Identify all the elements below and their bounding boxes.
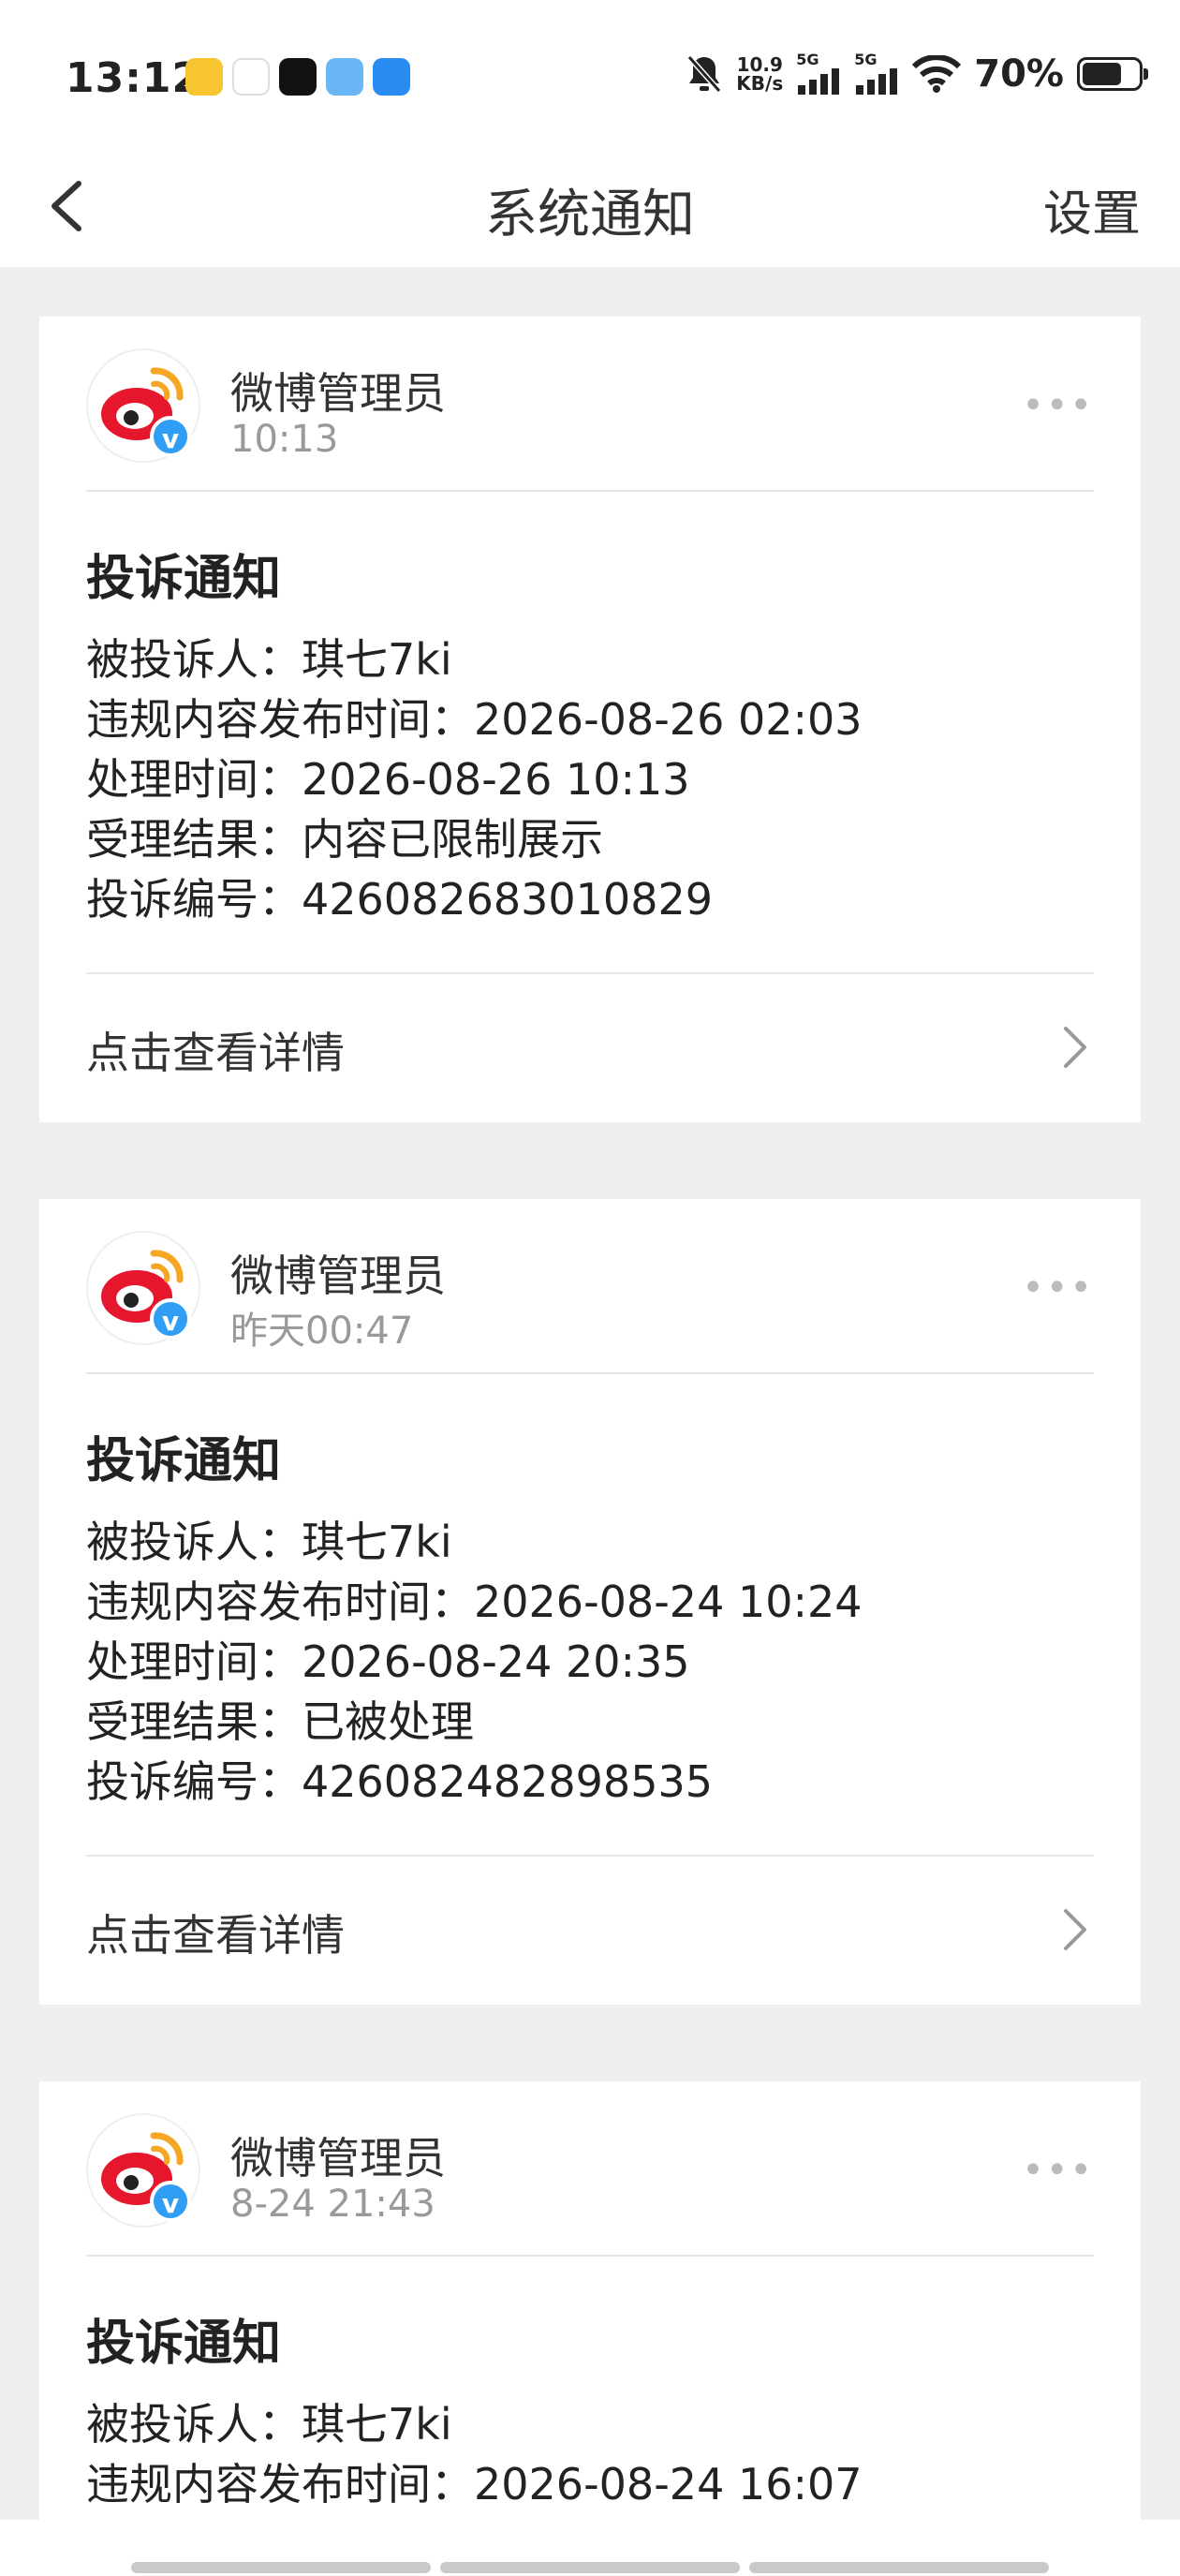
message-time: 10:13 [230,418,339,461]
battery-icon [1077,57,1148,91]
card-body: 投诉通知 被投诉人：琪七7ki 违规内容发布时间：2026-08-26 02:0… [39,492,1141,972]
complaint-number: 投诉编号：426082482898535 [86,1756,713,1807]
card-body: 投诉通知 被投诉人：琪七7ki 违规内容发布时间：2026-08-24 16:0… [39,2257,1141,2522]
network-speed: 10.9 KB/s [736,53,784,95]
gesture-handle[interactable] [131,2562,1049,2573]
sender-name[interactable]: 微博管理员 [230,2124,446,2186]
view-details-link[interactable]: 点击查看详情 [86,1902,345,1963]
more-options-icon[interactable]: ••• [1022,1266,1094,1310]
navigation-bar [0,2520,1180,2576]
weibo-app-icon [185,58,223,96]
signal-bars-icon [798,68,840,95]
status-bar: 13:12 10.9 KB/s 5G 5G 70% [0,0,1180,150]
page-title: 系统通知 [485,185,695,245]
card-body: 投诉通知 被投诉人：琪七7ki 违规内容发布时间：2026-08-24 10:2… [39,1374,1141,1855]
view-details-link[interactable]: 点击查看详情 [86,1019,345,1081]
verified-badge-icon: v [150,1298,191,1340]
status-right: 10.9 KB/s 5G 5G 70% [686,52,1148,96]
notification-card: v 微博管理员 8-24 21:43 ••• 投诉通知 被投诉人：琪七7ki 违… [39,2081,1141,2522]
verified-badge-icon: v [150,2181,191,2222]
signal-bars-icon [856,68,898,95]
card-header: v 微博管理员 8-24 21:43 ••• [39,2081,1141,2255]
view-details-row[interactable]: 点击查看详情 [39,1857,1141,1999]
settings-button[interactable]: 设置 [1043,174,1141,244]
violation-time: 违规内容发布时间：2026-08-24 10:24 [86,1577,863,1627]
more-options-icon[interactable]: ••• [1022,384,1094,427]
sender-name[interactable]: 微博管理员 [230,360,446,422]
signal-2: 5G [854,52,899,95]
notification-title: 投诉通知 [86,1433,282,1489]
message-time: 8-24 21:43 [230,2183,435,2226]
mute-bell-icon [687,55,722,93]
more-options-icon[interactable]: ••• [1022,2149,1094,2192]
nav-bar: 系统通知 设置 [0,150,1180,267]
status-app-icons [185,58,410,96]
verified-badge-icon: v [150,416,191,457]
notification-title: 投诉通知 [86,2316,282,2372]
signal-1: 5G [796,52,841,95]
violation-time: 违规内容发布时间：2026-08-26 02:03 [86,694,863,745]
status-time: 13:12 [66,54,202,102]
chevron-right-icon [1064,1027,1086,1068]
notification-title: 投诉通知 [86,551,282,607]
handling-time: 处理时间：2026-08-24 20:35 [86,1636,690,1687]
message-app-icon [373,58,410,96]
notification-card: v 微博管理员 10:13 ••• 投诉通知 被投诉人：琪七7ki 违规内容发布… [39,317,1141,1122]
message-time: 昨天00:47 [230,1310,414,1353]
chevron-right-icon [1064,1909,1086,1950]
card-header: v 微博管理员 10:13 ••• [39,317,1141,490]
handling-result: 受理结果：内容已限制展示 [86,814,603,865]
complained-user: 被投诉人：琪七7ki [86,2399,452,2450]
complained-user: 被投诉人：琪七7ki [86,1517,452,1567]
view-details-row[interactable]: 点击查看详情 [39,974,1141,1117]
handling-result: 受理结果：已被处理 [86,1696,474,1747]
capcut-app-icon [279,58,317,96]
notification-card: v 微博管理员 昨天00:47 ••• 投诉通知 被投诉人：琪七7ki 违规内容… [39,1199,1141,2005]
qq-app-icon [232,58,270,96]
battery-fill [1083,63,1121,85]
violation-time: 违规内容发布时间：2026-08-24 16:07 [86,2459,863,2509]
wifi-icon [912,55,962,93]
files-app-icon [326,58,363,96]
sender-name[interactable]: 微博管理员 [230,1242,446,1304]
complaint-number: 投诉编号：426082683010829 [86,874,713,925]
handling-time: 处理时间：2026-08-26 10:13 [86,754,690,805]
card-header: v 微博管理员 昨天00:47 ••• [39,1199,1141,1372]
complained-user: 被投诉人：琪七7ki [86,634,452,685]
battery-percent: 70% [974,52,1064,96]
